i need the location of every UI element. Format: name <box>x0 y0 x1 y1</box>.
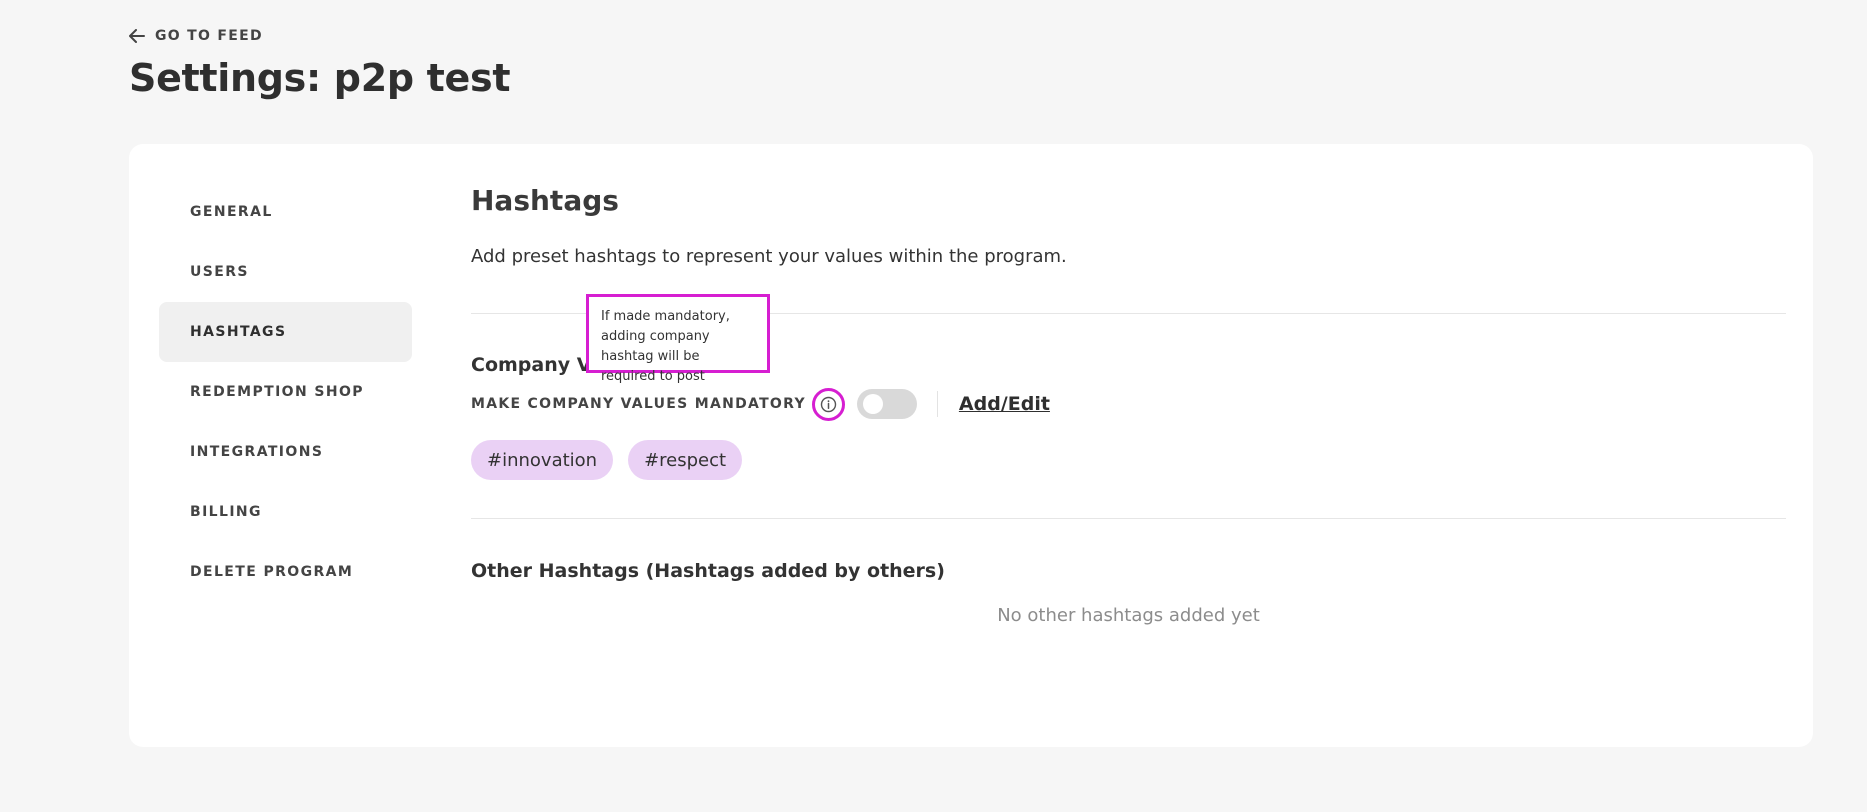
section-title: Hashtags <box>471 184 619 217</box>
hashtag-chip[interactable]: #respect <box>628 440 743 480</box>
settings-sidebar: GENERAL USERS HASHTAGS REDEMPTION SHOP I… <box>159 182 412 602</box>
company-values-label: Company Va <box>471 354 604 376</box>
vertical-divider <box>936 391 938 417</box>
go-to-feed-link[interactable]: GO TO FEED <box>129 28 263 44</box>
go-to-feed-label: GO TO FEED <box>155 28 263 44</box>
sidebar-item-label: USERS <box>190 264 249 280</box>
page-title: Settings: p2p test <box>129 56 511 100</box>
add-edit-link[interactable]: Add/Edit <box>959 393 1050 415</box>
section-description: Add preset hashtags to represent your va… <box>471 246 1067 267</box>
sidebar-item-label: HASHTAGS <box>190 324 287 340</box>
hashtag-chip[interactable]: #innovation <box>471 440 614 480</box>
settings-card: GENERAL USERS HASHTAGS REDEMPTION SHOP I… <box>129 144 1813 747</box>
make-mandatory-label: MAKE COMPANY VALUES MANDATORY <box>471 396 806 412</box>
info-icon[interactable] <box>811 387 845 421</box>
sidebar-item-label: DELETE PROGRAM <box>190 564 354 580</box>
arrow-left-icon <box>129 29 145 43</box>
sidebar-item-integrations[interactable]: INTEGRATIONS <box>159 422 412 482</box>
mandatory-toggle[interactable] <box>856 389 917 419</box>
sidebar-item-label: REDEMPTION SHOP <box>190 384 364 400</box>
mandatory-row: MAKE COMPANY VALUES MANDATORY Add/Edit <box>471 387 1050 421</box>
sidebar-item-hashtags[interactable]: HASHTAGS <box>159 302 412 362</box>
sidebar-item-delete-program[interactable]: DELETE PROGRAM <box>159 542 412 602</box>
divider <box>471 518 1786 519</box>
mandatory-info-tooltip: If made mandatory, adding company hashta… <box>586 294 770 384</box>
sidebar-item-general[interactable]: GENERAL <box>159 182 412 242</box>
toggle-knob <box>862 394 883 414</box>
sidebar-item-redemption-shop[interactable]: REDEMPTION SHOP <box>159 362 412 422</box>
sidebar-item-label: GENERAL <box>190 204 273 220</box>
company-values-tags: #innovation #respect <box>471 440 743 480</box>
other-hashtags-empty-state: No other hashtags added yet <box>997 605 1260 626</box>
sidebar-item-label: BILLING <box>190 504 262 520</box>
sidebar-item-billing[interactable]: BILLING <box>159 482 412 542</box>
other-hashtags-title: Other Hashtags (Hashtags added by others… <box>471 560 945 582</box>
sidebar-item-label: INTEGRATIONS <box>190 444 324 460</box>
sidebar-item-users[interactable]: USERS <box>159 242 412 302</box>
